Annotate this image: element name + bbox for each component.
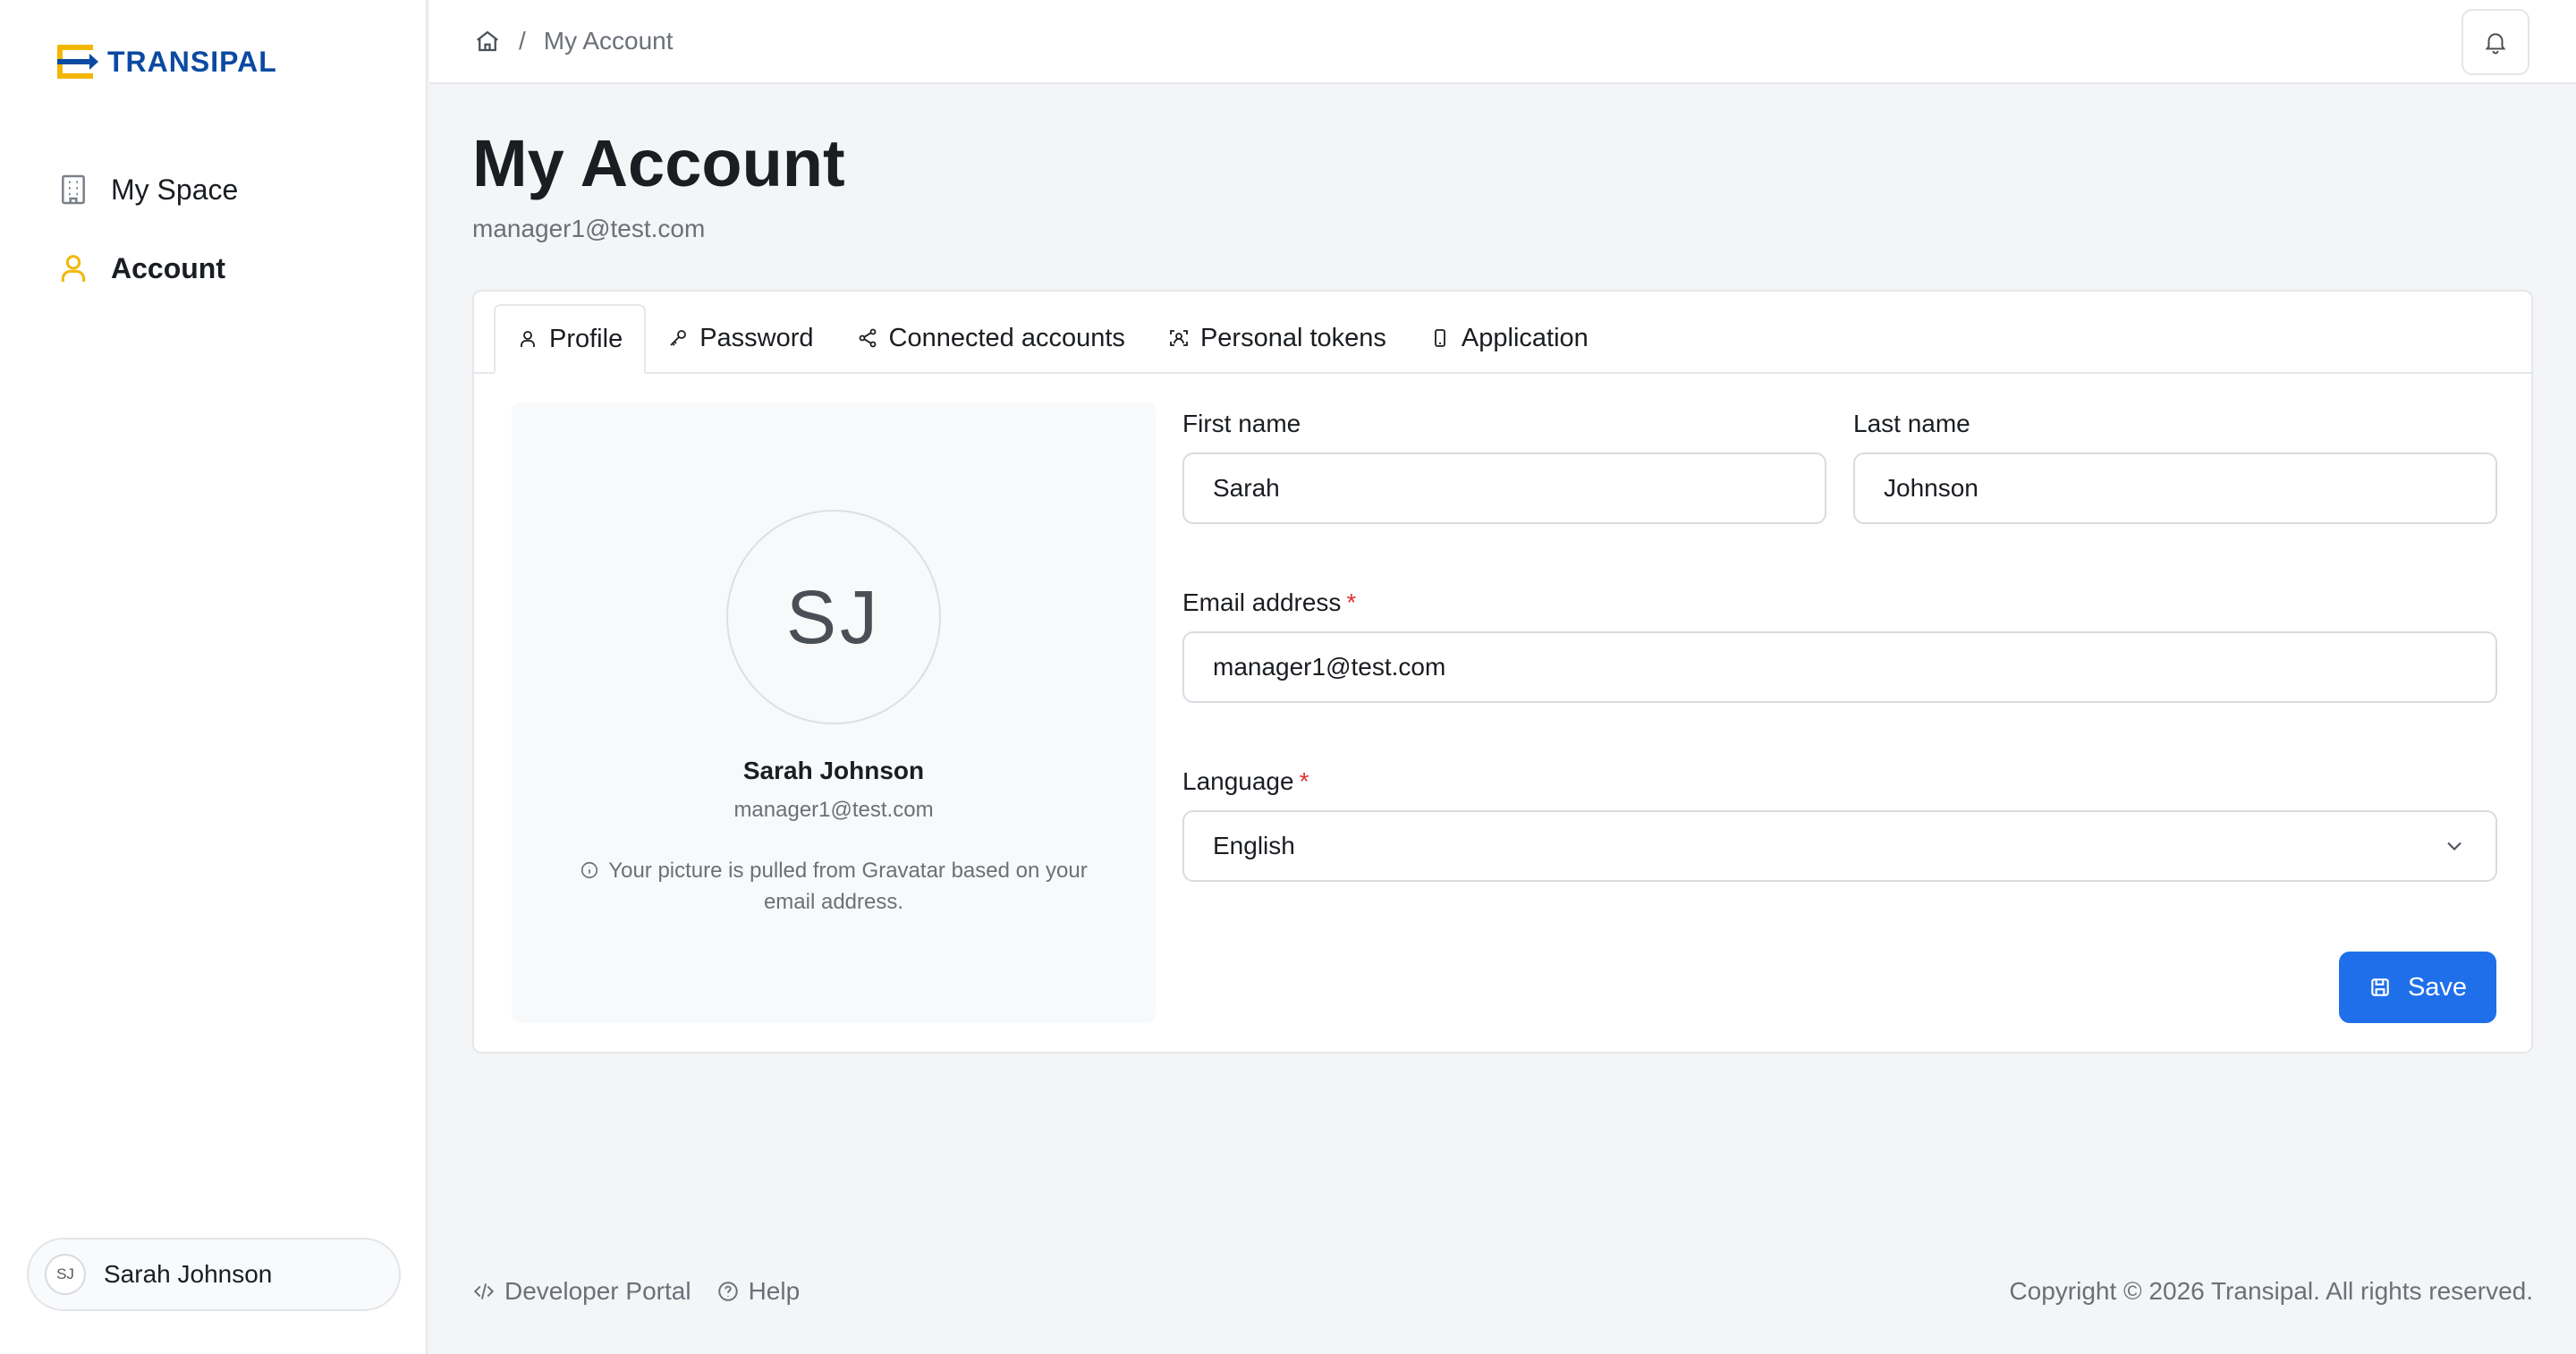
home-icon[interactable] [474, 28, 501, 55]
topbar: / My Account [429, 0, 2576, 84]
required-mark: * [1299, 767, 1309, 795]
save-button-label: Save [2407, 972, 2468, 1002]
page-subtitle: manager1@test.com [472, 215, 706, 242]
info-icon [581, 861, 598, 879]
gravatar-note: Your picture is pulled from Gravatar bas… [565, 855, 1102, 918]
tab-label: Application [1461, 323, 1589, 352]
user-name: Sarah Johnson [104, 1260, 273, 1288]
help-link[interactable]: Help [716, 1277, 801, 1306]
breadcrumb-separator: / [519, 27, 526, 55]
language-label-text: Language [1182, 767, 1294, 795]
tab-bar: Profile Password Connected accounts Pers… [474, 292, 2531, 374]
brand-logo[interactable]: TRANSIPAL [55, 43, 277, 80]
gravatar-note-text: Your picture is pulled from Gravatar bas… [608, 859, 1088, 914]
phone-icon [1435, 329, 1445, 347]
sidebar-nav: My Space Account [55, 165, 238, 322]
tab-label: Personal tokens [1199, 323, 1386, 352]
bell-icon [2485, 33, 2506, 55]
sidebar-item-label: Account [111, 251, 225, 284]
footer-links: Developer Portal Help [472, 1277, 800, 1306]
save-button[interactable]: Save [2339, 952, 2496, 1023]
tab-label: Profile [549, 324, 623, 353]
transipal-logo-icon [57, 45, 98, 79]
sidebar: TRANSIPAL My Space Account SJ Sarah John… [0, 0, 428, 1354]
code-icon [473, 1283, 495, 1299]
profile-name: Sarah Johnson [742, 757, 925, 784]
developer-portal-link[interactable]: Developer Portal [472, 1277, 691, 1306]
save-icon [2371, 978, 2389, 996]
first-name-field[interactable] [1182, 453, 1826, 524]
building-icon [62, 174, 85, 205]
copyright-text: Copyright © 2026 Transipal. All rights r… [2009, 1277, 2533, 1305]
avatar: SJ [45, 1254, 86, 1295]
share-icon [859, 328, 876, 348]
key-icon [670, 330, 687, 346]
breadcrumb-current: My Account [543, 27, 674, 55]
tab-application[interactable]: Application [1408, 304, 1610, 372]
breadcrumb: / My Account [474, 27, 674, 55]
sidebar-item-label: My Space [111, 173, 239, 206]
profile-email: manager1@test.com [733, 798, 934, 822]
user-icon [521, 331, 535, 347]
last-name-label: Last name [1853, 410, 1970, 437]
brand-name: TRANSIPAL [107, 45, 277, 78]
notifications-button[interactable] [2462, 9, 2529, 75]
tab-label: Connected accounts [888, 323, 1125, 352]
account-card: Profile Password Connected accounts Pers… [472, 290, 2533, 1054]
developer-portal-label: Developer Portal [504, 1277, 691, 1305]
token-icon [1170, 330, 1188, 346]
help-label: Help [748, 1277, 801, 1305]
profile-avatar: SJ [726, 510, 941, 724]
tab-profile[interactable]: Profile [494, 304, 647, 374]
required-mark: * [1346, 588, 1357, 616]
email-label-text: Email address [1182, 588, 1342, 616]
help-circle-icon [717, 1282, 738, 1301]
email-label: Email address * [1182, 588, 1356, 617]
sidebar-item-my-space[interactable]: My Space [55, 165, 238, 215]
first-name-label: First name [1182, 410, 1301, 437]
profile-summary: SJ Sarah Johnson manager1@test.com Your … [512, 402, 1156, 1023]
user-icon [61, 255, 86, 282]
last-name-field[interactable] [1853, 453, 2497, 524]
email-field[interactable] [1182, 631, 2497, 703]
tab-label: Password [699, 323, 814, 352]
tab-connected-accounts[interactable]: Connected accounts [835, 304, 1147, 372]
tab-password[interactable]: Password [646, 304, 835, 372]
chevron-down-icon [2447, 842, 2462, 850]
language-selected-value: English [1213, 832, 1295, 859]
tab-personal-tokens[interactable]: Personal tokens [1147, 304, 1408, 372]
language-label: Language * [1182, 767, 1309, 796]
user-menu-button[interactable]: SJ Sarah Johnson [27, 1238, 401, 1311]
language-select[interactable]: English [1182, 810, 2497, 882]
sidebar-item-account[interactable]: Account [55, 243, 238, 293]
page-title: My Account [472, 126, 845, 200]
